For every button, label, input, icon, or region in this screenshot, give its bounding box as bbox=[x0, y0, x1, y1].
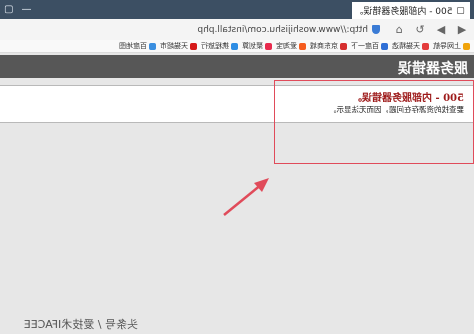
mirrored-view: ▢ 500 - 内部服务器错误。 — ▢ ◀ ▶ ↻ ⌂ http://www.… bbox=[0, 0, 474, 334]
screenshot: ▢ 500 - 内部服务器错误。 — ▢ ◀ ▶ ↻ ⌂ http://www.… bbox=[0, 0, 474, 334]
watermark: 头条号 / 爱技术IFACEE bbox=[23, 318, 138, 331]
arrow-line bbox=[223, 183, 263, 216]
annotation-arrow bbox=[223, 178, 269, 216]
